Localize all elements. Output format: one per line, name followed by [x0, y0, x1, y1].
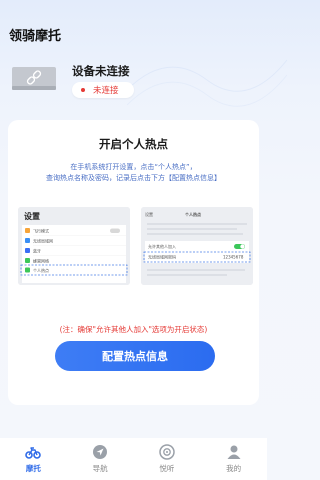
- config-hotspot-button[interactable]: 配置热点信息: [55, 341, 215, 371]
- tab-music-label: 悦听: [159, 464, 175, 473]
- settings-item-3: 蜂窝网络: [33, 258, 49, 264]
- link-broken-icon: [12, 67, 56, 90]
- device-name: 设备未连接: [72, 64, 130, 78]
- connection-status-badge: 未连接: [72, 82, 134, 98]
- motorcycle-icon: [25, 447, 42, 459]
- settings-screenshot: 设置 飞行模式 无线局域网 蓝牙 蜂窝网络 个人热点: [18, 207, 130, 285]
- hotspot-note: (注：确保"允许其他人加入"选项为开启状态): [59, 325, 208, 334]
- tab-navigation-label: 导航: [92, 464, 108, 473]
- hotspot-screenshot: 设置 个人热点 允许其他人加入 无线局域网密码 12345678: [141, 207, 253, 285]
- card-description-line-2: 查询热点名称及密码，记录后点击下方【配置热点信息】: [46, 174, 221, 182]
- music-icon: [159, 444, 175, 460]
- settings-item-1: 无线局域网: [33, 238, 53, 244]
- hotspot-shot-password-value: 12345678: [223, 255, 244, 260]
- app-title: 领骑摩托: [9, 29, 62, 44]
- tab-music[interactable]: 悦听: [134, 438, 201, 480]
- hotspot-shot-allow-label: 允许其他人加入: [148, 243, 176, 249]
- tab-moto-label: 摩托: [25, 464, 41, 473]
- hotspot-shot-back: 设置: [145, 211, 153, 217]
- hotspot-shot-title: 个人热点: [184, 211, 201, 217]
- bottom-tabbar: 摩托 导航 悦听 我的: [0, 438, 267, 480]
- card-description-line-1: 在手机系统打开设置，点击“个人热点”，: [70, 163, 197, 171]
- card-description: 在手机系统打开设置，点击“个人热点”， 查询热点名称及密码，记录后点击下方【配置…: [24, 162, 243, 184]
- tab-profile[interactable]: 我的: [200, 438, 267, 480]
- settings-item-2: 蓝牙: [33, 248, 41, 254]
- tab-navigation[interactable]: 导航: [67, 438, 134, 480]
- card-title: 开启个人热点: [99, 137, 168, 151]
- settings-item-4: 个人热点: [33, 267, 49, 273]
- settings-item-0: 飞行模式: [33, 228, 49, 234]
- tab-profile-label: 我的: [226, 464, 242, 473]
- settings-shot-title: 设置: [24, 211, 40, 221]
- status-dot-icon: [81, 88, 85, 92]
- user-icon: [227, 445, 241, 459]
- background-wave-decoration: [127, 59, 287, 107]
- navigation-icon: [93, 445, 108, 459]
- hotspot-shot-password-label: 无线局域网密码: [148, 254, 176, 260]
- hotspot-guide-card: 开启个人热点 在手机系统打开设置，点击“个人热点”， 查询热点名称及密码，记录后…: [8, 120, 259, 405]
- tab-moto[interactable]: 摩托: [0, 438, 67, 480]
- status-text: 未连接: [93, 86, 119, 96]
